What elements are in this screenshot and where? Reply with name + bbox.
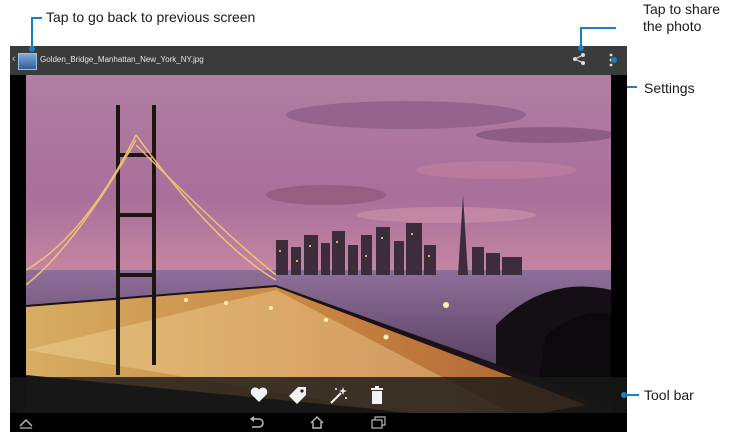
heart-icon[interactable] — [249, 385, 269, 410]
recent-apps-icon[interactable] — [371, 416, 387, 432]
home-icon[interactable] — [309, 416, 325, 432]
callout-dot — [621, 392, 627, 398]
callout-settings-label: Settings — [644, 80, 695, 96]
app-thumbnail-icon[interactable] — [18, 53, 37, 70]
photo-image — [26, 75, 611, 421]
photo-view[interactable] — [26, 75, 611, 421]
gallery-header: ‹ Golden_Bridge_Manhattan_New_York_NY.jp… — [10, 46, 627, 75]
device-screen: ‹ Golden_Bridge_Manhattan_New_York_NY.jp… — [10, 46, 627, 432]
file-name: Golden_Bridge_Manhattan_New_York_NY.jpg — [40, 55, 204, 64]
callout-back-label: Tap to go back to previous screen — [46, 9, 256, 25]
tag-icon[interactable] — [288, 385, 308, 410]
callout-dot — [29, 46, 35, 52]
callout-dot — [611, 57, 617, 63]
callout-toolbar-label: Tool bar — [644, 387, 694, 403]
callout-line — [580, 27, 616, 29]
system-nav-bar — [10, 413, 627, 432]
callout-share-label: Tap to share the photo — [643, 1, 721, 34]
tool-bar — [10, 377, 627, 413]
collapse-icon[interactable] — [18, 416, 34, 432]
back-icon[interactable]: ‹ — [12, 53, 16, 65]
back-icon[interactable] — [248, 416, 264, 432]
callout-dot — [578, 45, 584, 51]
share-icon[interactable] — [572, 52, 586, 71]
trash-icon[interactable] — [367, 385, 387, 410]
magic-wand-icon[interactable] — [328, 385, 348, 410]
